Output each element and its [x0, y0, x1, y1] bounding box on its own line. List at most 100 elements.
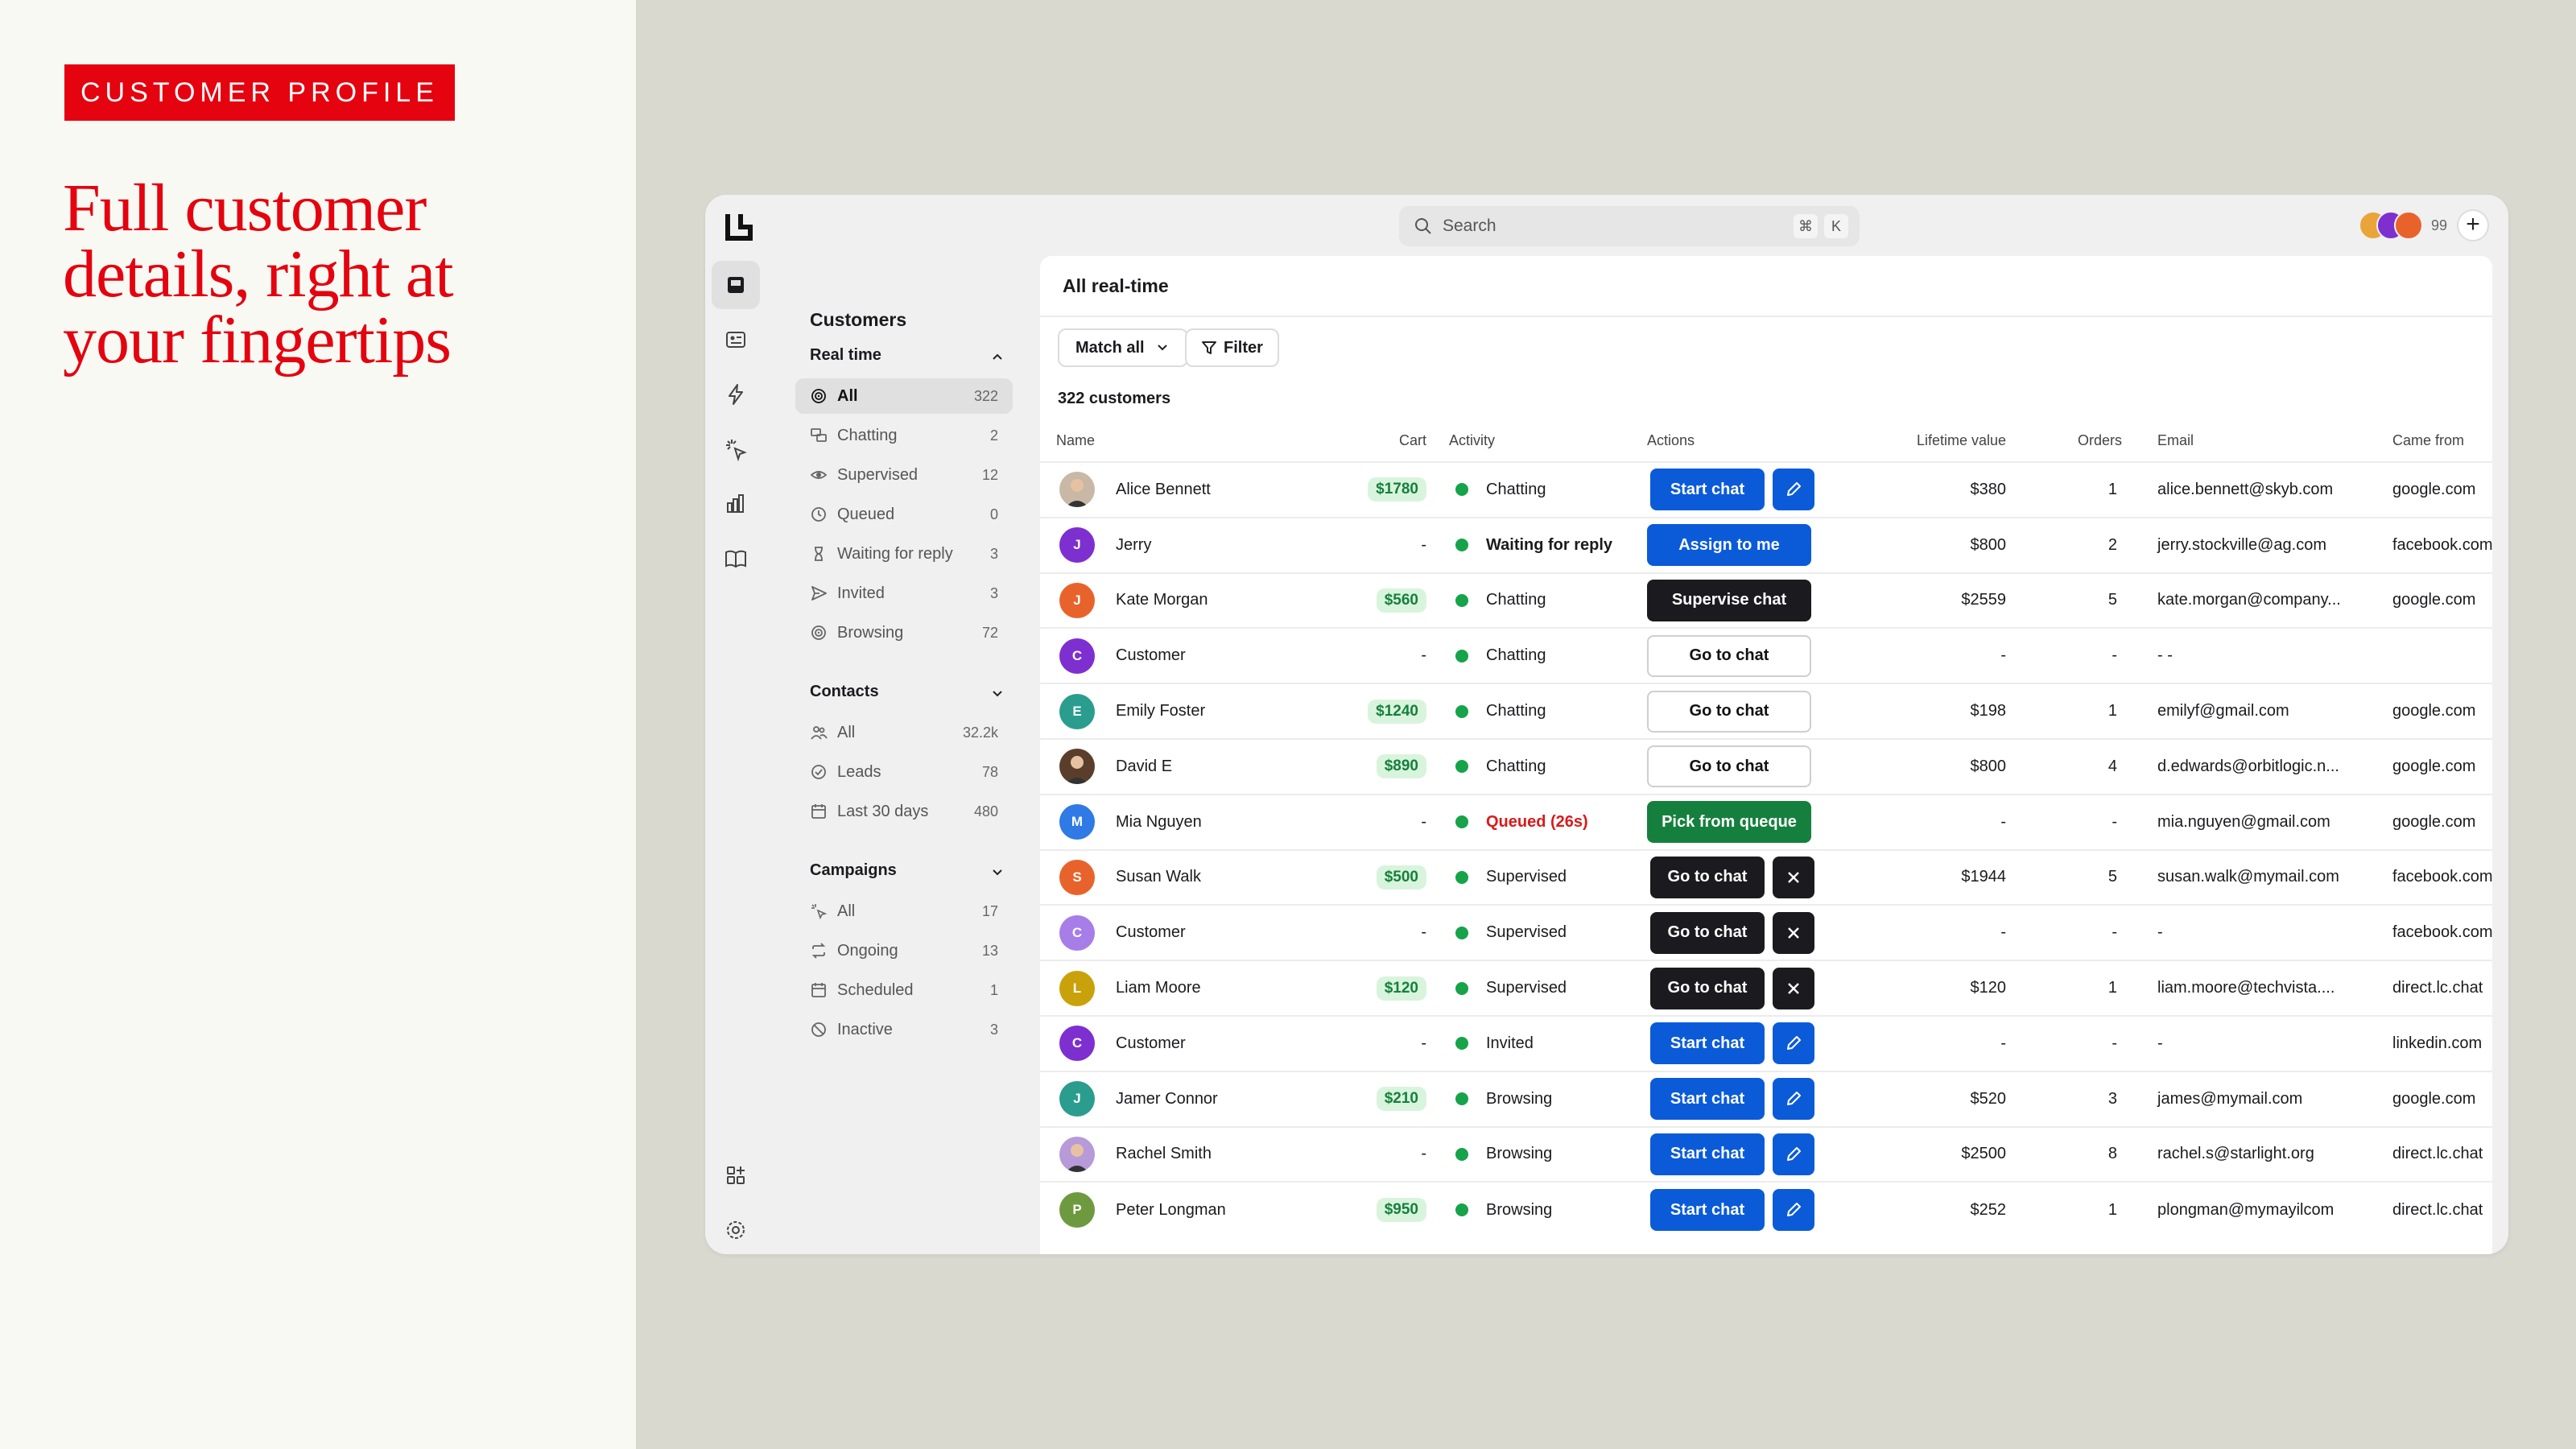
rail-settings[interactable] — [712, 1206, 760, 1254]
customer-name[interactable]: Customer — [1116, 646, 1186, 665]
go-to-chat-button[interactable]: Go to chat — [1650, 856, 1765, 898]
nav-item-all[interactable]: All 17 — [795, 894, 1013, 929]
search-input[interactable]: Search ⌘ K — [1399, 206, 1860, 246]
nav-item-last-30-days[interactable]: Last 30 days 480 — [795, 794, 1013, 829]
customer-name[interactable]: Mia Nguyen — [1116, 813, 1202, 832]
dismiss-button[interactable] — [1773, 856, 1814, 898]
filter-button[interactable]: Filter — [1185, 328, 1279, 367]
email-cell[interactable]: - — [2125, 904, 2352, 961]
email-cell[interactable]: kate.morgan@company... — [2125, 572, 2352, 629]
section-header-1[interactable]: Contacts — [810, 683, 1006, 707]
nav-item-waiting-for-reply[interactable]: Waiting for reply 3 — [795, 536, 1013, 572]
nav-item-ongoing[interactable]: Ongoing 13 — [795, 933, 1013, 968]
nav-item-chatting[interactable]: Chatting 2 — [795, 418, 1013, 453]
customer-name[interactable]: Emily Foster — [1116, 702, 1205, 720]
col-orders[interactable]: Orders — [2009, 420, 2125, 462]
nav-item-browsing[interactable]: Browsing 72 — [795, 615, 1013, 650]
email-cell[interactable]: mia.nguyen@gmail.com — [2125, 793, 2352, 850]
rail-contacts[interactable] — [712, 316, 760, 364]
nav-item-inactive[interactable]: Inactive 3 — [795, 1012, 1013, 1047]
edit-button[interactable] — [1773, 1189, 1814, 1232]
edit-button[interactable] — [1773, 469, 1814, 511]
email-cell[interactable]: plongman@mymayilcom — [2125, 1181, 2352, 1238]
table-row[interactable]: C Customer - Chatting Go to chat - - - - — [1040, 627, 2492, 684]
go-to-chat-button[interactable]: Go to chat — [1650, 967, 1765, 1009]
match-all-dropdown[interactable]: Match all — [1058, 328, 1188, 367]
customer-name[interactable]: Susan Walk — [1116, 868, 1201, 886]
table-row[interactable]: J Jamer Connor $210 Browsing Start chat $520 3… — [1040, 1070, 2492, 1127]
start-chat-button[interactable]: Start chat — [1650, 469, 1765, 511]
customer-name[interactable]: David E — [1116, 758, 1172, 776]
table-row[interactable]: J Kate Morgan $560 Chatting Supervise chat $2… — [1040, 572, 2492, 629]
email-cell[interactable]: emilyf@gmail.com — [2125, 683, 2352, 739]
table-row[interactable]: Rachel Smith - Browsing Start chat $2500 8 rac… — [1040, 1125, 2492, 1183]
table-row[interactable]: Alice Bennett $1780 Chatting Start chat $380… — [1040, 461, 2492, 518]
team-avatars[interactable]: 99 + — [2358, 208, 2489, 243]
table-row[interactable]: S Susan Walk $500 Supervised Go to chat $1944… — [1040, 848, 2492, 906]
customer-name[interactable]: Customer — [1116, 923, 1186, 942]
nav-item-leads[interactable]: Leads 78 — [795, 754, 1013, 790]
edit-button[interactable] — [1773, 1078, 1814, 1121]
start-chat-button[interactable]: Start chat — [1650, 1022, 1765, 1065]
nav-item-invited[interactable]: Invited 3 — [795, 576, 1013, 611]
nav-item-all[interactable]: All 322 — [795, 378, 1013, 414]
start-chat-button[interactable]: Start chat — [1650, 1133, 1765, 1175]
nav-item-supervised[interactable]: Supervised 12 — [795, 457, 1013, 493]
start-chat-button[interactable]: Start chat — [1650, 1078, 1765, 1121]
table-row[interactable]: C Customer - Supervised Go to chat - - - faceboo… — [1040, 904, 2492, 961]
col-activity[interactable]: Activity — [1430, 420, 1631, 462]
supervise-chat-button[interactable]: Supervise chat — [1647, 579, 1811, 621]
rail-campaigns[interactable] — [712, 425, 760, 473]
dismiss-button[interactable] — [1773, 967, 1814, 1009]
table-row[interactable]: M Mia Nguyen - Queued (26s) Pick from queque… — [1040, 793, 2492, 850]
rail-reports[interactable] — [712, 480, 760, 528]
customer-name[interactable]: Kate Morgan — [1116, 591, 1208, 609]
col-cart[interactable]: Cart — [1306, 420, 1430, 462]
assign-to-me-button[interactable]: Assign to me — [1647, 524, 1811, 567]
nav-item-queued[interactable]: Queued 0 — [795, 497, 1013, 532]
email-cell[interactable]: james@mymail.com — [2125, 1070, 2352, 1127]
pick-from-queque-button[interactable]: Pick from queque — [1647, 801, 1811, 844]
col-lifetime-value[interactable]: Lifetime value — [1848, 420, 2009, 462]
customer-name[interactable]: Peter Longman — [1116, 1201, 1226, 1220]
email-cell[interactable]: jerry.stockville@ag.com — [2125, 516, 2352, 573]
go-to-chat-button[interactable]: Go to chat — [1647, 634, 1811, 677]
customer-name[interactable]: Alice Bennett — [1116, 481, 1211, 499]
go-to-chat-button[interactable]: Go to chat — [1647, 690, 1811, 733]
customer-name[interactable]: Customer — [1116, 1034, 1186, 1053]
nav-item-scheduled[interactable]: Scheduled 1 — [795, 972, 1013, 1008]
customer-name[interactable]: Liam Moore — [1116, 979, 1201, 997]
start-chat-button[interactable]: Start chat — [1650, 1189, 1765, 1232]
section-header-2[interactable]: Campaigns — [810, 861, 1006, 886]
email-cell[interactable]: d.edwards@orbitlogic.n... — [2125, 737, 2352, 795]
rail-inbox[interactable] — [712, 261, 760, 309]
edit-button[interactable] — [1773, 1133, 1814, 1175]
email-cell[interactable]: - - — [2125, 627, 2352, 684]
add-button[interactable]: + — [2457, 209, 2489, 242]
col-name[interactable]: Name — [1040, 420, 1306, 462]
nav-item-all[interactable]: All 32.2k — [795, 715, 1013, 750]
table-row[interactable]: J Jerry - Waiting for reply Assign to me $800… — [1040, 516, 2492, 573]
table-row[interactable]: David E $890 Chatting Go to chat $800 4 d.edwa… — [1040, 737, 2492, 795]
rail-automation[interactable] — [712, 370, 760, 419]
table-row[interactable]: L Liam Moore $120 Supervised Go to chat $120 1… — [1040, 960, 2492, 1016]
table-row[interactable]: C Customer - Invited Start chat - - - linkedin.c… — [1040, 1014, 2492, 1071]
section-header-0[interactable]: Real time — [810, 346, 1006, 370]
rail-knowledge[interactable] — [712, 535, 760, 583]
logo-icon[interactable] — [723, 211, 755, 243]
email-cell[interactable]: susan.walk@mymail.com — [2125, 848, 2352, 906]
table-row[interactable]: P Peter Longman $950 Browsing Start chat $252… — [1040, 1181, 2492, 1238]
go-to-chat-button[interactable]: Go to chat — [1647, 745, 1811, 788]
col-came-from[interactable]: Came from — [2352, 420, 2492, 462]
col-email[interactable]: Email — [2125, 420, 2352, 462]
dismiss-button[interactable] — [1773, 911, 1814, 954]
rail-apps[interactable] — [712, 1151, 760, 1199]
customer-name[interactable]: Rachel Smith — [1116, 1145, 1212, 1163]
email-cell[interactable]: - — [2125, 1014, 2352, 1071]
go-to-chat-button[interactable]: Go to chat — [1650, 911, 1765, 954]
email-cell[interactable]: alice.bennett@skyb.com — [2125, 461, 2352, 518]
customer-name[interactable]: Jerry — [1116, 536, 1151, 555]
table-row[interactable]: E Emily Foster $1240 Chatting Go to chat $198… — [1040, 683, 2492, 739]
customer-name[interactable]: Jamer Connor — [1116, 1090, 1218, 1108]
email-cell[interactable]: liam.moore@techvista.... — [2125, 960, 2352, 1016]
